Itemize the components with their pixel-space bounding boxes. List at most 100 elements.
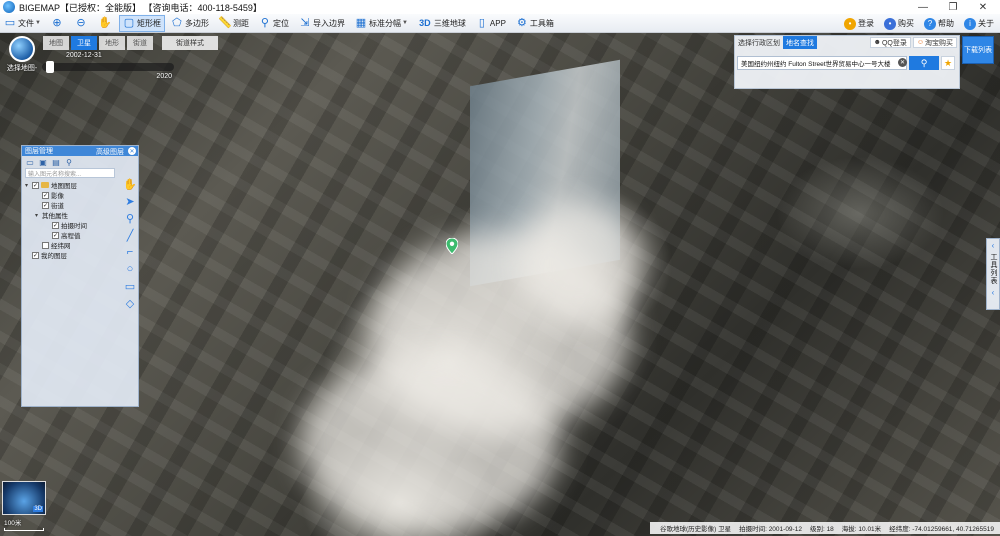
layer-checkbox[interactable]: ✓ bbox=[42, 191, 49, 199]
layer-checkbox[interactable] bbox=[42, 241, 49, 249]
layer-label: 我的图层 bbox=[41, 253, 67, 260]
layer-tree-item[interactable]: ✓ 拍摄时间 bbox=[25, 220, 135, 230]
toolbar-pan-button[interactable]: ✋ bbox=[95, 15, 117, 32]
layer-checkbox[interactable]: ✓ bbox=[42, 201, 49, 209]
rectangle-icon[interactable]: ▭ bbox=[124, 280, 136, 293]
user-icon: ☻ bbox=[873, 39, 881, 46]
location-marker-icon[interactable] bbox=[446, 238, 458, 254]
search-input[interactable]: 美国纽约州纽约 Fulton Street世界贸易中心一号大楼 bbox=[737, 56, 907, 70]
share-button[interactable]: • 购买 bbox=[880, 15, 918, 32]
chevron-left-icon[interactable]: ‹ bbox=[992, 241, 995, 250]
layer-search-input[interactable]: 输入图元名称搜索... bbox=[25, 168, 115, 178]
tool-list-handle[interactable]: ‹ 工具列表 ‹ bbox=[986, 238, 1000, 310]
layer-tree-item[interactable]: ✓ 高程值 bbox=[25, 230, 135, 240]
overview-globe[interactable]: 3D bbox=[2, 481, 46, 515]
taobao-button[interactable]: ☺ 淘宝购买 bbox=[912, 37, 957, 48]
expand-toggle-icon[interactable]: ▾ bbox=[25, 182, 31, 189]
search-icon: ⚲ bbox=[920, 57, 928, 68]
3d-toggle[interactable]: 3D bbox=[33, 506, 43, 512]
map-tab-3[interactable]: 街道 bbox=[127, 36, 153, 50]
polyline-icon[interactable]: ⌐ bbox=[124, 246, 136, 258]
scale-bar: 100米 bbox=[4, 517, 44, 531]
toolbar-grid-button[interactable]: ▦ 标准分幅 ▼ bbox=[351, 15, 412, 32]
minimize-button[interactable]: — bbox=[908, 0, 938, 14]
download-list-button[interactable]: 下载列表 bbox=[962, 36, 994, 64]
close-icon[interactable]: ✕ bbox=[128, 147, 136, 155]
map-tab-0[interactable]: 地图 bbox=[43, 36, 69, 50]
toolbar-file-button[interactable]: ▭ 文件 ▼ bbox=[0, 15, 45, 32]
eraser-icon[interactable]: ◇ bbox=[124, 297, 136, 310]
toolbar-tools-button[interactable]: ⚙ 工具箱 bbox=[512, 15, 558, 32]
toolbar-zoom-out-button[interactable]: ⊖ bbox=[71, 15, 93, 32]
favorite-star-icon[interactable]: ★ bbox=[941, 56, 955, 70]
map-tab-1[interactable]: 卫星 bbox=[71, 36, 97, 50]
status-coords: 经纬度: -74.01259661, 40.71265519 bbox=[889, 526, 994, 533]
qq-login-label: QQ登录 bbox=[881, 39, 907, 47]
marker-icon[interactable]: ⚲ bbox=[124, 212, 136, 225]
search-button[interactable]: ⚲ bbox=[909, 56, 939, 70]
maximize-button[interactable]: ❐ bbox=[938, 0, 968, 14]
pointer-icon[interactable]: ➤ bbox=[124, 195, 136, 208]
login-label: 登录 bbox=[858, 19, 874, 28]
about-button[interactable]: i 关于 bbox=[960, 15, 998, 32]
3d-icon: 3D bbox=[419, 17, 431, 28]
qq-login-button[interactable]: ☻ QQ登录 bbox=[869, 37, 911, 48]
hand-icon[interactable]: ✋ bbox=[123, 178, 137, 191]
layer-checkbox[interactable]: ✓ bbox=[32, 181, 39, 189]
line-icon[interactable]: ╱ bbox=[124, 229, 136, 242]
toolbar-locate-button[interactable]: ⚲ 定位 bbox=[255, 15, 293, 32]
map-type-selector[interactable]: 选择地图- bbox=[6, 36, 38, 76]
status-elevation: 海拔: 10.01米 bbox=[841, 526, 882, 533]
toolbar-import-button[interactable]: ⇲ 导入边界 bbox=[295, 15, 349, 32]
search-tabs: 选择行政区划 地名查找 ☻ QQ登录 ☺ 淘宝购买 bbox=[735, 36, 959, 49]
tool-list-label: 工具列表 bbox=[990, 253, 997, 285]
status-capture-time: 拍摄时间: 2001-09-12 bbox=[739, 526, 802, 533]
circle-icon[interactable]: ○ bbox=[124, 263, 136, 275]
toolbar-measure-button[interactable]: 📏 测距 bbox=[215, 15, 253, 32]
clear-icon[interactable]: ✕ bbox=[898, 58, 907, 67]
advanced-layers-link[interactable]: 高级图层 bbox=[96, 147, 124, 157]
expand-toggle-icon[interactable]: ▾ bbox=[35, 212, 41, 219]
toolbar-3d-button[interactable]: 3D 三维地球 bbox=[414, 15, 470, 32]
close-button[interactable]: ✕ bbox=[968, 0, 998, 14]
street-style-button[interactable]: 街道样式 bbox=[162, 36, 218, 50]
zoom-out-icon: ⊖ bbox=[76, 16, 86, 29]
layer-tree-item[interactable]: ✓ 街道 bbox=[25, 200, 135, 210]
satellite-map[interactable] bbox=[0, 33, 1000, 536]
toolbar-rect-button[interactable]: ▢ 矩形框 bbox=[118, 14, 165, 32]
save-icon[interactable]: ▣ bbox=[38, 158, 48, 167]
tab-place-search[interactable]: 地名查找 bbox=[783, 36, 817, 49]
globe-icon bbox=[9, 36, 35, 62]
timeline-slider-handle[interactable] bbox=[46, 61, 55, 73]
open-folder-icon[interactable]: ▭ bbox=[25, 158, 35, 167]
map-tab-2[interactable]: 地形 bbox=[99, 36, 125, 50]
timeline-date: 2002-12-31 bbox=[66, 52, 102, 59]
layer-label: 街道 bbox=[51, 203, 64, 210]
layer-tree-item[interactable]: ✓ 影像 bbox=[25, 190, 135, 200]
help-button[interactable]: ? 帮助 bbox=[920, 15, 958, 32]
login-button[interactable]: • 登录 bbox=[840, 15, 878, 32]
chevron-left-icon[interactable]: ‹ bbox=[992, 288, 995, 297]
layer-checkbox[interactable]: ✓ bbox=[52, 221, 59, 229]
toolbar-zoom-in-button[interactable]: ⊕ bbox=[47, 15, 69, 32]
layers-icon[interactable]: ▤ bbox=[51, 158, 61, 167]
layer-checkbox[interactable]: ✓ bbox=[52, 231, 59, 239]
toolbar-tools-label: 工具箱 bbox=[529, 18, 554, 28]
layer-tree-item[interactable]: ▾ ✓ 地图图层 bbox=[25, 180, 135, 190]
scale-label: 100米 bbox=[4, 520, 22, 527]
search-icon[interactable]: ⚲ bbox=[64, 158, 74, 167]
map-type-label: 选择地图- bbox=[6, 65, 38, 72]
tab-admin-region[interactable]: 选择行政区划 bbox=[735, 36, 783, 49]
layer-tree-item[interactable]: 经纬网 bbox=[25, 240, 135, 250]
toolbar-rect-label: 矩形框 bbox=[136, 18, 161, 28]
history-timeline: 2002-12-31 2020 bbox=[38, 52, 178, 82]
toolbar-polygon-button[interactable]: ⬠ 多边形 bbox=[167, 15, 213, 32]
layer-checkbox[interactable]: ✓ bbox=[32, 251, 39, 259]
layer-tree-item[interactable]: ✓ 我的图层 bbox=[25, 250, 135, 260]
phone-icon: ▯ bbox=[478, 16, 485, 29]
toolbar-app-button[interactable]: ▯ APP bbox=[472, 15, 510, 32]
layer-tree-item[interactable]: ▾ 其他属性 bbox=[25, 210, 135, 221]
help-label: 帮助 bbox=[938, 19, 954, 28]
status-source: 谷歌地球(历史影像) 卫星 bbox=[659, 526, 732, 533]
timeline-track[interactable] bbox=[42, 63, 174, 71]
